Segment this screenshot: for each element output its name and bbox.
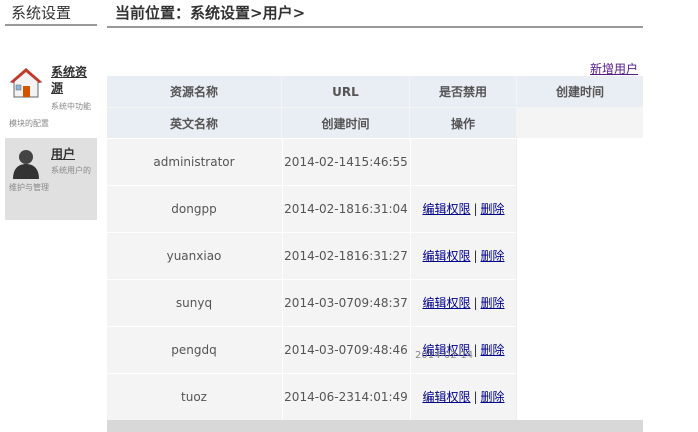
action-separator: | <box>473 390 478 404</box>
table-row: yuanxiao 2014-02-18 16:31:27 编辑权限 | 删除 <box>107 232 516 279</box>
created-clock: 14:01:49 <box>353 390 408 404</box>
table-row: sunyq 2014-03-07 09:48:37 编辑权限 | 删除 <box>107 279 516 326</box>
created-time-cell: 2014-02-14 15:46:55 <box>282 139 409 185</box>
edit-permissions-link[interactable]: 编辑权限 <box>422 387 470 407</box>
created-clock: 09:48:37 <box>353 296 408 310</box>
table-row: administrator 2014-02-14 15:46:55 <box>107 138 516 185</box>
delete-link[interactable]: 删除 <box>481 293 505 313</box>
actions-cell: 编辑权限 | 删除 <box>410 280 516 326</box>
edit-permissions-link[interactable]: 编辑权限 <box>422 199 470 219</box>
created-date: 2014-02-18 <box>284 202 354 216</box>
created-date: 2014-02-18 <box>284 249 354 263</box>
column-header: 创建时间 <box>282 108 409 138</box>
column-header: 英文名称 <box>107 108 281 138</box>
actions-cell <box>410 139 516 185</box>
column-header: URL <box>282 76 409 107</box>
table-row: dongpp 2014-02-18 16:31:04 编辑权限 | 删除 <box>107 185 516 232</box>
main-header: 当前位置：系统设置>用户> <box>107 0 643 28</box>
empty-column <box>516 138 643 432</box>
home-icon <box>9 68 43 98</box>
delete-link[interactable]: 删除 <box>481 199 505 219</box>
action-separator: | <box>473 249 478 263</box>
created-clock: 16:31:04 <box>353 202 408 216</box>
created-date: 2014-02-14 <box>284 155 354 169</box>
english-name-cell: pengdq <box>171 343 217 357</box>
column-header: 资源名称 <box>107 76 281 107</box>
created-date: 2014-03-07 <box>284 296 354 310</box>
delete-link[interactable]: 删除 <box>481 387 505 407</box>
sidebar-item-label[interactable]: 用户 <box>51 146 75 162</box>
action-separator: | <box>473 202 478 216</box>
delete-link[interactable]: 删除 <box>481 246 505 266</box>
sidebar-header: 系统设置 <box>5 0 97 26</box>
created-time-cell: 2014-02-18 16:31:04 <box>282 186 409 232</box>
delete-link[interactable]: 删除 <box>481 340 505 360</box>
created-date: 2014-03-07 <box>284 343 354 357</box>
action-separator: | <box>473 343 478 357</box>
created-clock: 09:48:46 <box>353 343 408 357</box>
sidebar-item-label[interactable]: 系统资源 <box>51 64 95 96</box>
sidebar-item-users[interactable]: 用户 系统用户的维护与管理 <box>5 138 97 220</box>
user-table: 资源名称 URL 是否禁用 创建时间 英文名称 创建时间 操作 administ… <box>107 76 643 432</box>
sidebar-item-desc: 系统用户的维护与管理 <box>9 166 91 192</box>
sidebar-item-desc: 系统中功能模块的配置 <box>9 102 91 128</box>
sidebar-header-title: 系统设置 <box>11 4 72 22</box>
edit-permissions-link[interactable]: 编辑权限 <box>422 246 470 266</box>
english-name-cell: dongpp <box>171 202 217 216</box>
created-time-cell: 2014-03-07 09:48:37 <box>282 280 409 326</box>
sidebar-item-resources[interactable]: 系统资源 系统中功能模块的配置 <box>5 58 97 138</box>
partial-row-time: 2014-02-14 <box>415 350 474 361</box>
column-header: 创建时间 <box>517 76 643 107</box>
created-clock: 16:31:27 <box>353 249 408 263</box>
created-time-cell: 2014-02-18 16:31:27 <box>282 233 409 279</box>
english-name-cell: yuanxiao <box>166 249 222 263</box>
english-name-cell: tuoz <box>181 390 207 404</box>
edit-permissions-link[interactable]: 编辑权限 <box>422 293 470 313</box>
table-row-partial <box>107 420 643 432</box>
actions-cell: 编辑权限 | 删除 <box>410 374 516 420</box>
english-name-cell: administrator <box>153 155 235 169</box>
actions-cell: 编辑权限 | 删除 <box>410 186 516 232</box>
column-header: 操作 <box>410 108 516 138</box>
created-time-cell: 2014-03-07 09:48:46 <box>282 327 409 373</box>
created-date: 2014-06-23 <box>284 390 354 404</box>
table-row: tuoz 2014-06-23 14:01:49 编辑权限 | 删除 <box>107 373 516 420</box>
created-time-cell: 2014-06-23 14:01:49 <box>282 374 409 420</box>
column-header: 是否禁用 <box>410 76 516 107</box>
new-user-link[interactable]: 新增用户 <box>590 60 638 77</box>
action-separator: | <box>473 296 478 310</box>
actions-cell: 编辑权限 | 删除 <box>410 233 516 279</box>
english-name-cell: sunyq <box>175 296 213 310</box>
table-row: pengdq 2014-03-07 09:48:46 编辑权限 | 删除 <box>107 326 516 373</box>
breadcrumb: 当前位置：系统设置>用户> <box>115 4 306 22</box>
sidebar: 系统资源 系统中功能模块的配置 用户 系统用户的维护与管理 <box>5 58 97 220</box>
created-clock: 15:46:55 <box>353 155 408 169</box>
